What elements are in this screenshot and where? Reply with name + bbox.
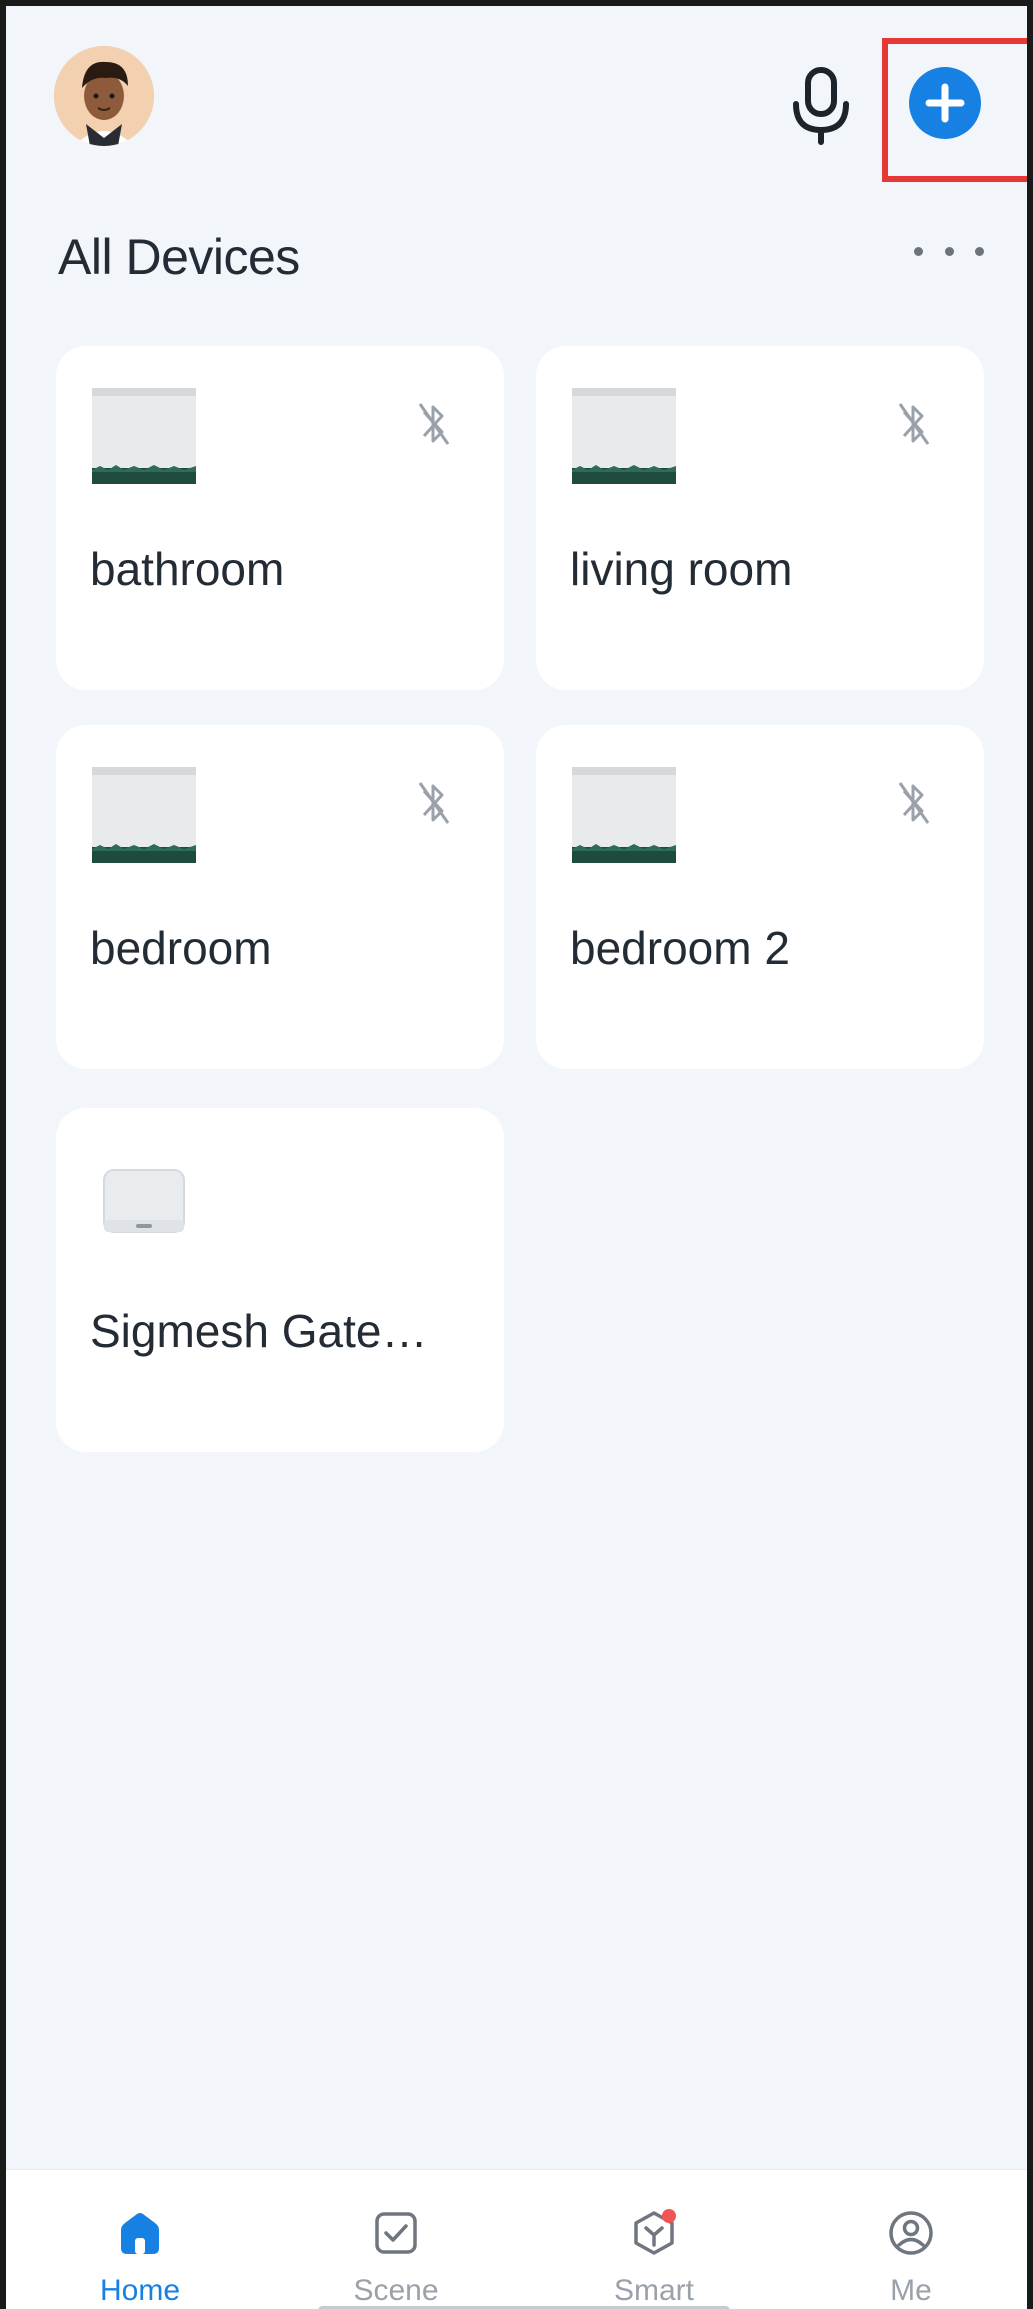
bluetooth-off-icon [898, 403, 930, 445]
device-card-bedroom-2[interactable]: bedroom 2 [536, 725, 984, 1069]
nav-tab-scene[interactable]: Scene [296, 2170, 496, 2309]
home-icon [121, 2213, 159, 2254]
device-name: bedroom [90, 922, 272, 974]
curtain-device-image [570, 763, 678, 871]
more-dot [975, 246, 984, 256]
user-avatar[interactable] [54, 46, 154, 146]
device-name: bedroom 2 [570, 922, 790, 974]
nav-tab-me[interactable]: Me [811, 2170, 1011, 2309]
smart-cube-icon [634, 2209, 676, 2255]
app-screen: All Devices bathroom living room bedroom… [0, 0, 1033, 2309]
curtain-device-image [90, 763, 198, 871]
more-dot [944, 246, 954, 256]
curtain-device-image [570, 384, 678, 492]
bluetooth-off-icon [418, 782, 450, 824]
device-card-bedroom[interactable]: bedroom [56, 725, 504, 1069]
device-card-living-room[interactable]: living room [536, 346, 984, 690]
bluetooth-off-icon [418, 403, 450, 445]
more-options-button[interactable] [914, 231, 984, 271]
scene-checkbox-icon [375, 2212, 417, 2254]
device-name: Sigmesh Gate… [90, 1305, 428, 1357]
page-title: All Devices [58, 229, 300, 285]
bottom-navigation: Home Scene Smart Me [6, 2169, 1027, 2309]
add-device-button[interactable] [909, 67, 981, 139]
nav-tab-label: Me [890, 2274, 932, 2307]
avatar-illustration [54, 46, 154, 146]
nav-tab-label: Smart [613, 2274, 694, 2307]
plus-circle-icon [925, 83, 965, 123]
gateway-device-image [90, 1146, 198, 1254]
microphone-icon [793, 67, 849, 145]
device-name: bathroom [90, 543, 285, 595]
profile-icon [889, 2211, 933, 2255]
device-card-sigmesh-gateway[interactable]: Sigmesh Gate… [56, 1108, 504, 1452]
curtain-device-image [90, 384, 198, 492]
bluetooth-off-icon [898, 782, 930, 824]
notification-badge [662, 2209, 676, 2223]
more-dot [914, 246, 923, 256]
device-card-bathroom[interactable]: bathroom [56, 346, 504, 690]
nav-tab-home[interactable]: Home [40, 2170, 240, 2309]
nav-tab-label: Scene [353, 2274, 439, 2307]
nav-tab-smart[interactable]: Smart [554, 2170, 754, 2309]
nav-tab-label: Home [99, 2274, 181, 2307]
device-name: living room [570, 543, 793, 595]
microphone-button[interactable] [786, 66, 856, 146]
